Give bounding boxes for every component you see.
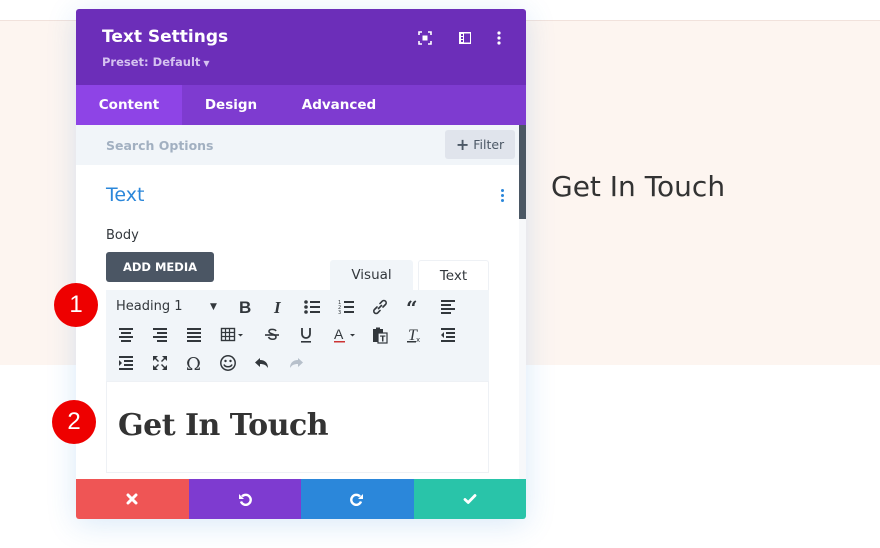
modal-body: Search Options + Filter Text Body ADD MED… [76, 125, 526, 479]
format-select-value: Heading 1 [116, 299, 183, 314]
strikethrough-icon[interactable] [258, 321, 286, 349]
modal-header[interactable]: Text Settings Preset: Default ▼ [76, 9, 526, 85]
bullet-list-icon[interactable] [298, 293, 326, 321]
filter-label: Filter [473, 137, 505, 152]
align-justify-icon[interactable] [180, 321, 208, 349]
align-center-icon[interactable] [112, 321, 140, 349]
search-options-input[interactable]: Search Options + Filter [76, 125, 519, 165]
link-icon[interactable] [366, 293, 394, 321]
editor-content-area[interactable]: Get In Touch [106, 381, 489, 473]
more-vertical-icon[interactable] [491, 30, 507, 46]
tab-content[interactable]: Content [76, 85, 182, 125]
caret-down-icon: ▼ [203, 59, 210, 68]
modal-tabs: Content Design Advanced [76, 85, 526, 125]
modal-title: Text Settings [102, 27, 229, 47]
text-color-icon[interactable]: A [326, 321, 362, 349]
tab-advanced[interactable]: Advanced [280, 85, 398, 125]
tab-design[interactable]: Design [182, 85, 280, 125]
italic-icon[interactable]: I [264, 293, 292, 321]
svg-text:3: 3 [338, 310, 341, 316]
annotation-badge-2: 2 [52, 400, 96, 444]
blockquote-icon[interactable]: “ [400, 293, 428, 321]
redo-icon [350, 493, 364, 506]
annotation-badge-1: 1 [54, 283, 98, 327]
svg-text:“: “ [406, 298, 418, 316]
undo-icon [238, 493, 252, 506]
svg-text:x: x [416, 336, 420, 344]
align-left-icon[interactable] [434, 293, 462, 321]
caret-down-icon: ▼ [210, 302, 217, 312]
svg-text:Ω: Ω [186, 354, 201, 372]
section-title[interactable]: Text [106, 184, 144, 206]
editor-toolbar: Heading 1 ▼ B I 123 “ A T T x Ω [106, 290, 489, 381]
plus-icon: + [455, 135, 470, 154]
fullscreen-icon[interactable] [146, 349, 174, 377]
editor-tab-text[interactable]: Text [418, 260, 489, 290]
text-settings-modal: Text Settings Preset: Default ▼ Content D… [76, 9, 526, 519]
hero-heading: Get In Touch [551, 170, 726, 203]
align-right-icon[interactable] [146, 321, 174, 349]
section-more-icon[interactable] [500, 189, 506, 205]
emoji-icon[interactable] [214, 349, 242, 377]
svg-text:A: A [334, 326, 344, 342]
undo-icon[interactable] [248, 349, 276, 377]
undo-button[interactable] [188, 479, 301, 519]
special-character-icon[interactable]: Ω [180, 349, 208, 377]
paste-text-icon[interactable]: T [366, 321, 394, 349]
preset-dropdown[interactable]: Preset: Default ▼ [102, 55, 210, 69]
bold-icon[interactable]: B [230, 293, 258, 321]
clear-formatting-icon[interactable]: Tx [400, 321, 428, 349]
editor-heading[interactable]: Get In Touch [118, 408, 329, 443]
numbered-list-icon[interactable]: 123 [332, 293, 360, 321]
add-media-button[interactable]: ADD MEDIA [106, 252, 214, 282]
outdent-icon[interactable] [434, 321, 462, 349]
editor-tab-visual[interactable]: Visual [330, 260, 413, 290]
underline-icon[interactable] [292, 321, 320, 349]
preset-label: Preset: Default [102, 55, 201, 69]
body-label: Body [106, 228, 139, 243]
cancel-button[interactable] [76, 479, 189, 519]
format-select[interactable]: Heading 1 ▼ [116, 293, 228, 321]
svg-text:I: I [273, 298, 282, 316]
check-icon [463, 494, 477, 504]
redo-icon[interactable] [282, 349, 310, 377]
svg-text:B: B [239, 298, 251, 316]
filter-button[interactable]: + Filter [445, 130, 515, 159]
search-placeholder: Search Options [106, 138, 214, 153]
page: Get In Touch Text Settings Preset: Defau… [0, 0, 880, 548]
table-icon[interactable] [214, 321, 250, 349]
scrollbar-thumb[interactable] [519, 125, 526, 219]
modal-footer [76, 479, 526, 519]
close-icon [126, 493, 138, 505]
indent-icon[interactable] [112, 349, 140, 377]
expand-icon[interactable] [417, 30, 433, 46]
redo-button[interactable] [301, 479, 414, 519]
svg-text:T: T [380, 335, 386, 344]
save-button[interactable] [413, 479, 526, 519]
columns-icon[interactable] [457, 30, 473, 46]
